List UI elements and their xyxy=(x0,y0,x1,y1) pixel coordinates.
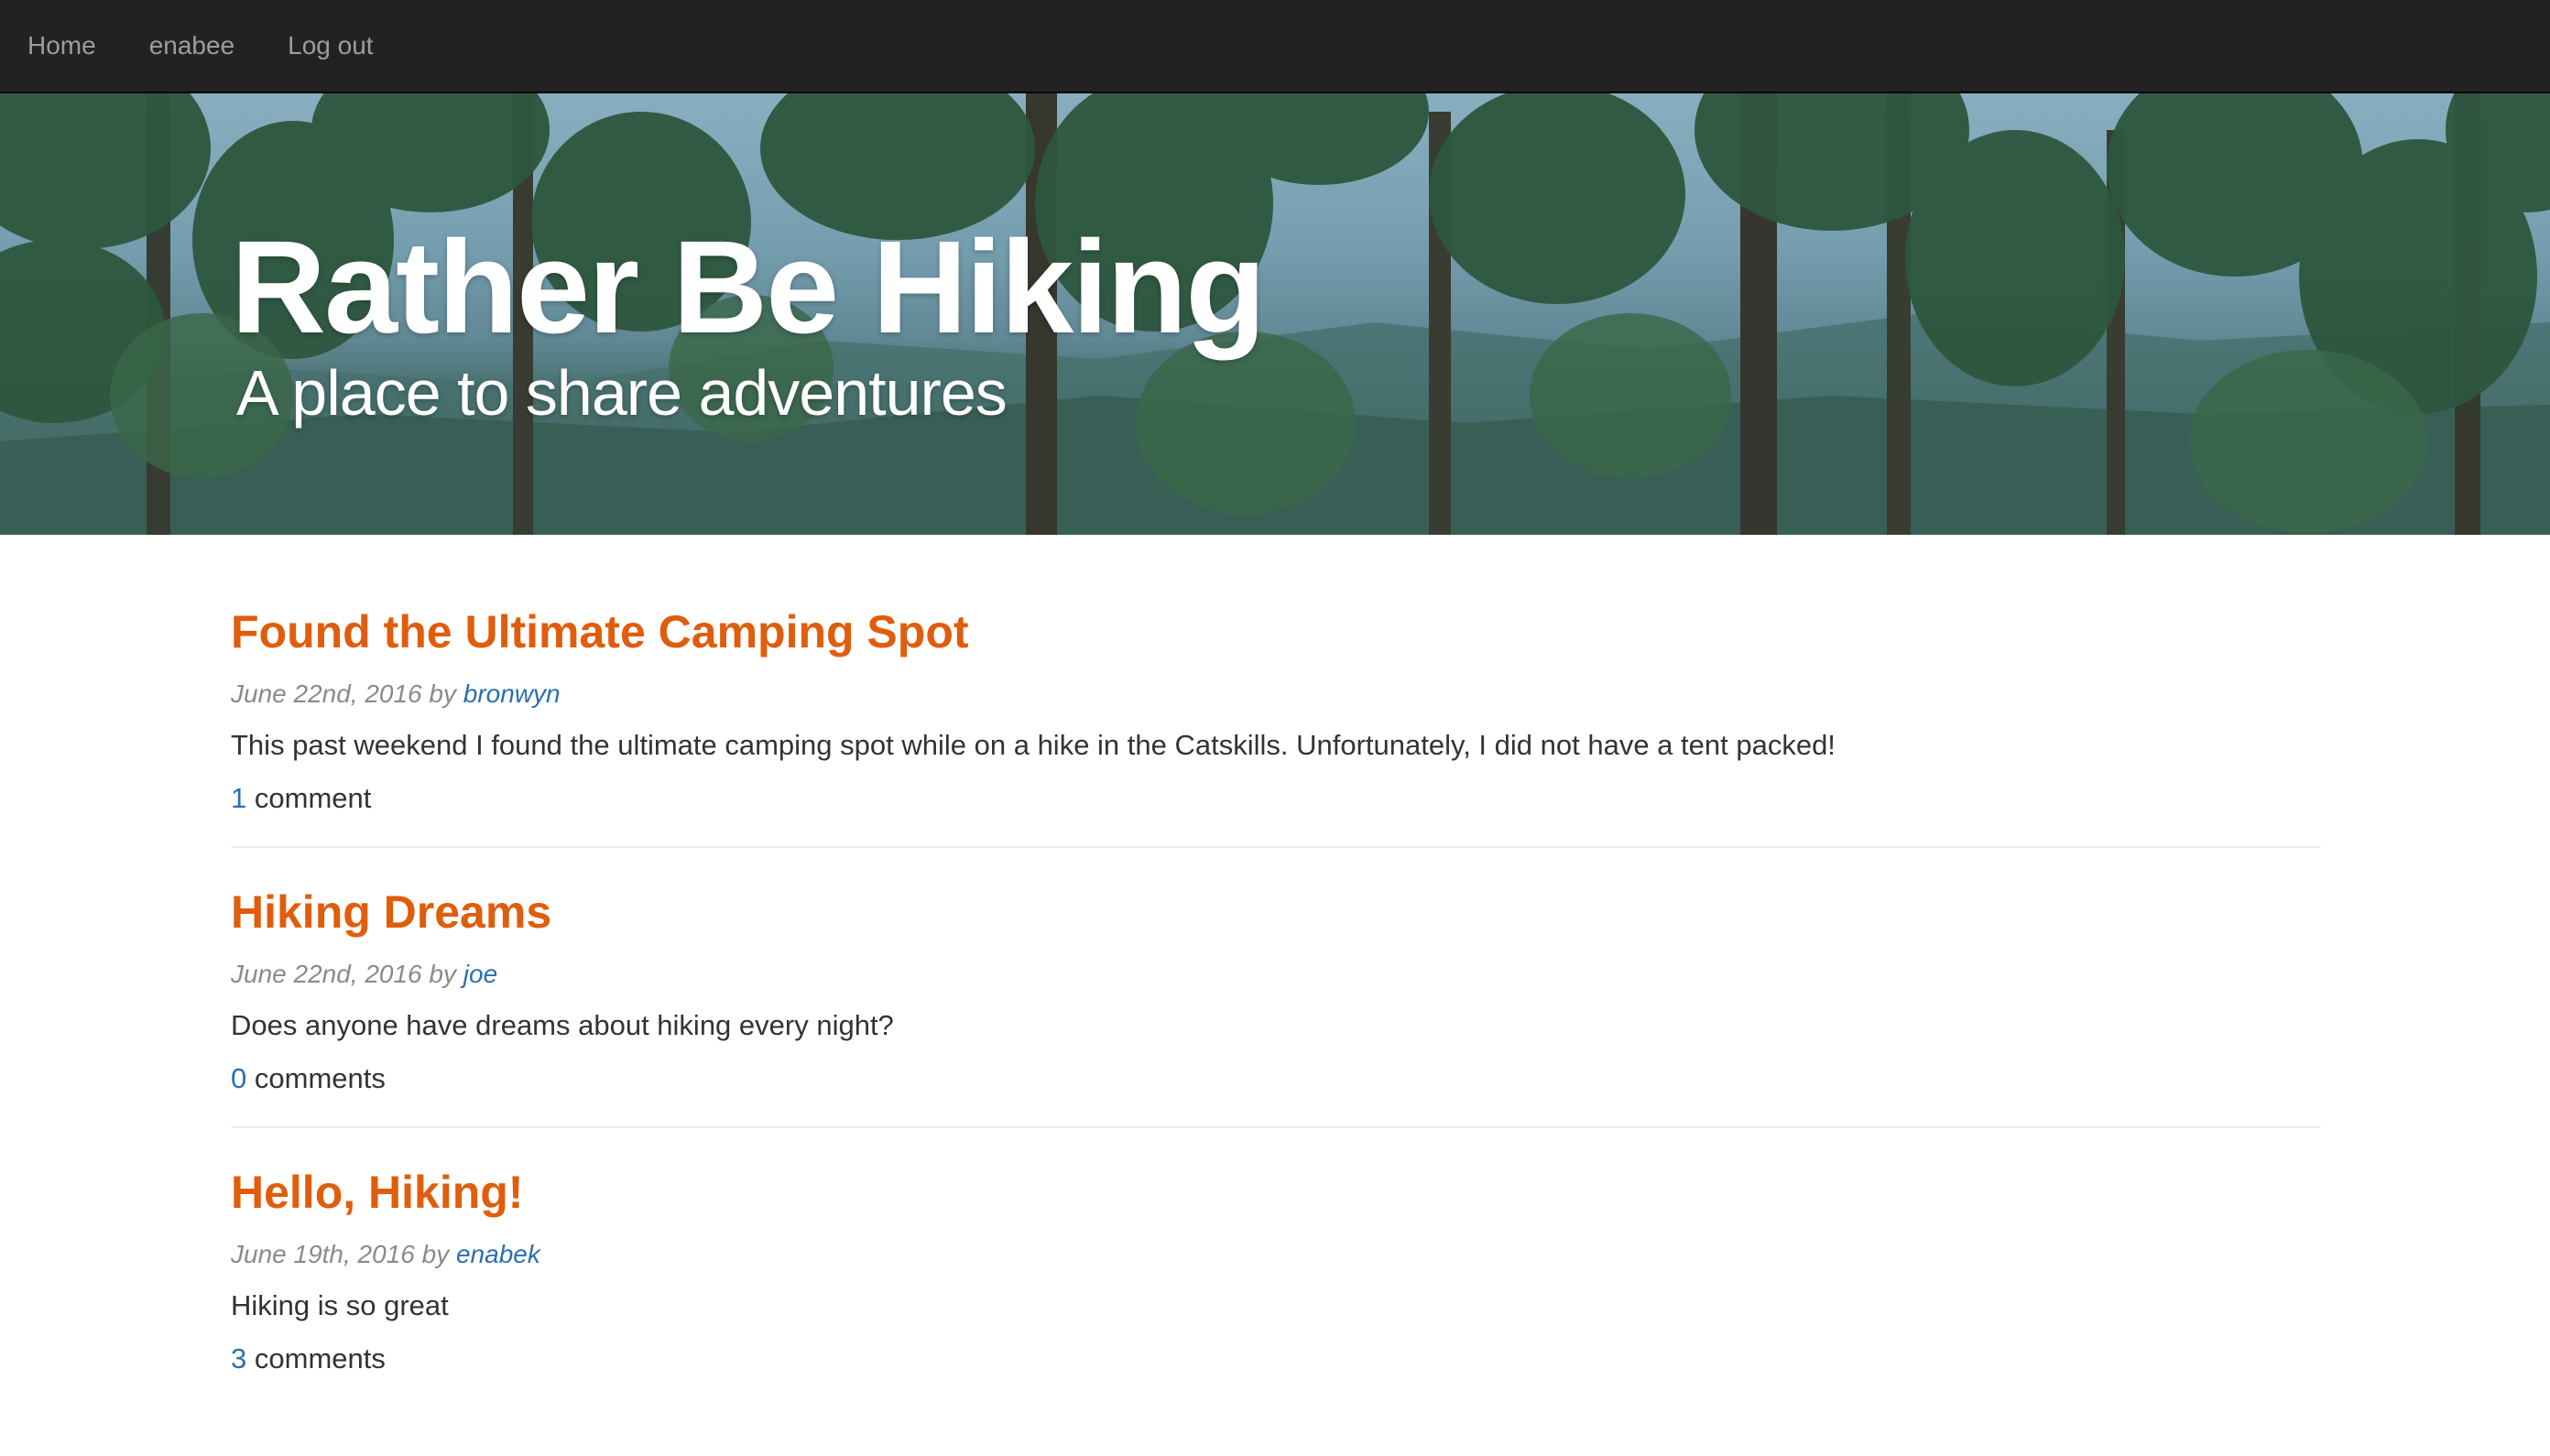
comment-label: comment xyxy=(254,782,372,814)
post-by-label: by xyxy=(429,960,456,988)
post-author-link[interactable]: enabek xyxy=(456,1240,540,1268)
post-author-link[interactable]: joe xyxy=(463,960,497,988)
post-date: June 22nd, 2016 xyxy=(231,679,422,708)
post-title-link[interactable]: Found the Ultimate Camping Spot xyxy=(231,604,2321,659)
post-by-label: by xyxy=(421,1240,450,1268)
nav-home-link[interactable]: Home xyxy=(27,31,96,60)
site-subtitle: A place to share adventures xyxy=(236,357,1008,429)
post-body: This past weekend I found the ultimate c… xyxy=(231,729,1836,761)
hero-banner: Rather Be Hiking A place to share advent… xyxy=(0,93,2550,535)
comment-label: comments xyxy=(254,1062,386,1094)
post-title-link[interactable]: Hiking Dreams xyxy=(231,885,2321,940)
post-list: Found the Ultimate Camping Spot June 22n… xyxy=(231,604,2321,1443)
post-date: June 19th, 2016 xyxy=(231,1240,415,1268)
post-body: Does anyone have dreams about hiking eve… xyxy=(231,1009,894,1041)
comment-count-link[interactable]: 1 xyxy=(231,782,246,814)
post-comments: 3 comments xyxy=(231,1342,2321,1375)
post-body: Hiking is so great xyxy=(231,1289,449,1321)
top-navbar: Home enabee Log out xyxy=(0,0,2550,93)
post-item: Hello, Hiking! June 19th, 2016 by enabek… xyxy=(231,1165,2321,1407)
nav-logout-link[interactable]: Log out xyxy=(288,31,373,60)
comment-count-link[interactable]: 0 xyxy=(231,1062,246,1094)
post-meta: June 22nd, 2016 by joe xyxy=(231,960,2321,989)
post-comments: 0 comments xyxy=(231,1062,2321,1095)
post-by-label: by xyxy=(429,679,456,708)
post-comments: 1 comment xyxy=(231,782,2321,815)
post-title-link[interactable]: Hello, Hiking! xyxy=(231,1165,2321,1220)
nav-user-link[interactable]: enabee xyxy=(149,31,234,60)
post-item: Hiking Dreams June 22nd, 2016 by joe Doe… xyxy=(231,885,2321,1128)
post-date: June 22nd, 2016 xyxy=(231,960,422,988)
post-meta: June 22nd, 2016 by bronwyn xyxy=(231,679,2321,709)
comment-count-link[interactable]: 3 xyxy=(231,1342,246,1375)
site-title: Rather Be Hiking xyxy=(231,213,1266,361)
post-item: Found the Ultimate Camping Spot June 22n… xyxy=(231,604,2321,848)
comment-label: comments xyxy=(254,1342,386,1375)
post-meta: June 19th, 2016 by enabek xyxy=(231,1240,2321,1269)
post-author-link[interactable]: bronwyn xyxy=(463,679,561,708)
